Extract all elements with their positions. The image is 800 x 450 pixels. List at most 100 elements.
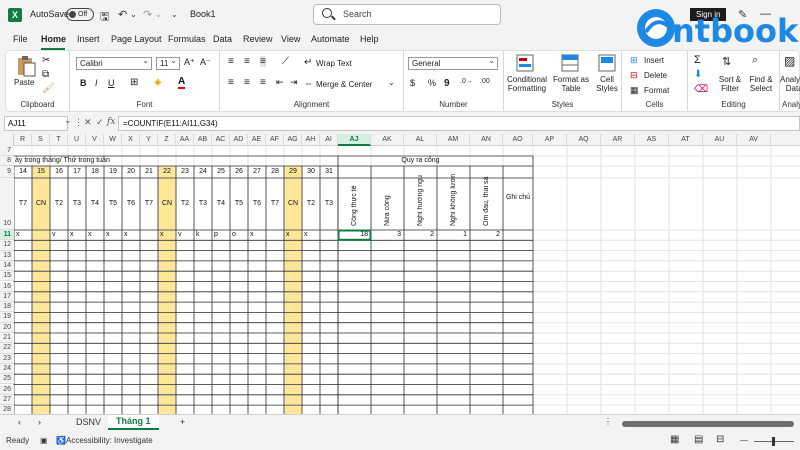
merge-center-button[interactable]: Merge & Center xyxy=(316,80,372,89)
column-header-ag[interactable]: AG xyxy=(284,134,302,146)
column-header-u[interactable]: U xyxy=(68,134,86,146)
zoom-slider-thumb[interactable] xyxy=(772,437,775,446)
analyze-data-icon[interactable]: ▨ xyxy=(784,54,795,68)
column-header-z[interactable]: Z xyxy=(158,134,176,146)
add-sheet-button[interactable]: + xyxy=(180,417,185,427)
insert-function-icon[interactable]: fx xyxy=(107,117,115,127)
column-header-af[interactable]: AF xyxy=(266,134,284,146)
sheet-tab-dsnv[interactable]: DSNV xyxy=(76,417,101,427)
italic-icon[interactable]: I xyxy=(95,78,98,88)
column-header-ac[interactable]: AC xyxy=(212,134,230,146)
column-header-w[interactable]: W xyxy=(104,134,122,146)
day-number-cell[interactable]: 22 xyxy=(158,166,176,178)
undo-dropdown-icon[interactable]: ⌄ xyxy=(130,10,137,19)
weekday-cell[interactable]: T4 xyxy=(86,178,104,230)
column-header-ah[interactable]: AH xyxy=(302,134,320,146)
prev-sheet-icon[interactable]: ‹ xyxy=(18,417,21,427)
tab-automate[interactable]: Automate xyxy=(311,34,350,44)
column-header-ad[interactable]: AD xyxy=(230,134,248,146)
paste-icon[interactable] xyxy=(16,55,36,77)
row-header-7[interactable]: 7 xyxy=(0,146,14,156)
font-size-select[interactable]: 11 xyxy=(156,55,180,70)
attendance-mark-cell[interactable] xyxy=(34,230,50,240)
increase-decimal-icon[interactable]: .0→ xyxy=(460,78,473,85)
macro-record-icon[interactable]: ▣ xyxy=(40,436,48,445)
delete-cells-button[interactable]: Delete xyxy=(644,71,667,80)
column-header-ai[interactable]: AI xyxy=(320,134,338,146)
format-as-table-button[interactable]: Format as Table xyxy=(552,75,590,93)
header-day-month[interactable]: ày trong tháng/ Thứ trong tuần xyxy=(15,156,339,166)
currency-icon[interactable]: $ xyxy=(410,78,415,88)
weekday-cell[interactable]: T3 xyxy=(320,178,338,230)
day-number-cell[interactable]: 29 xyxy=(284,166,302,178)
tab-page-layout[interactable]: Page Layout xyxy=(111,34,162,44)
summary-header-cell[interactable]: Công thực tế xyxy=(351,170,358,227)
percent-icon[interactable]: % xyxy=(428,78,436,88)
column-header-ae[interactable]: AE xyxy=(248,134,266,146)
next-sheet-icon[interactable]: › xyxy=(38,417,41,427)
attendance-mark-cell[interactable]: o xyxy=(232,230,248,240)
summary-header-cell[interactable]: Ốm đau, thai sả xyxy=(483,170,490,226)
merge-center-icon[interactable]: ⇔ xyxy=(304,78,313,88)
column-header-x[interactable]: X xyxy=(122,134,140,146)
horizontal-scrollbar[interactable] xyxy=(622,421,794,427)
weekday-cell[interactable]: T3 xyxy=(194,178,212,230)
column-header-r[interactable]: R xyxy=(14,134,32,146)
column-header-as[interactable]: AS xyxy=(635,134,669,146)
weekday-cell[interactable]: T2 xyxy=(50,178,68,230)
weekday-cell[interactable]: T2 xyxy=(176,178,194,230)
copy-icon[interactable]: ⧉ xyxy=(42,69,49,80)
format-as-table-icon[interactable] xyxy=(561,54,579,72)
redo-dropdown-icon[interactable]: ⌄ xyxy=(155,10,162,19)
tab-insert[interactable]: Insert xyxy=(77,34,100,44)
weekday-cell[interactable]: CN xyxy=(284,178,302,230)
column-header-an[interactable]: AN xyxy=(470,134,503,146)
tab-view[interactable]: View xyxy=(281,34,300,44)
day-number-cell[interactable]: 16 xyxy=(50,166,68,178)
row-header-12[interactable]: 12 xyxy=(0,240,14,251)
weekday-cell[interactable]: CN xyxy=(158,178,176,230)
cell-styles-icon[interactable] xyxy=(598,54,616,72)
fill-icon[interactable]: ⬇ xyxy=(694,69,702,80)
day-number-cell[interactable]: 31 xyxy=(320,166,338,178)
day-number-cell[interactable]: 27 xyxy=(248,166,266,178)
clear-icon[interactable]: ⌫ xyxy=(694,84,708,95)
normal-view-icon[interactable]: ▦ xyxy=(670,434,679,445)
search-box[interactable]: Search xyxy=(313,4,501,25)
insert-cells-button[interactable]: Insert xyxy=(644,56,664,65)
bold-icon[interactable]: B xyxy=(80,78,87,88)
formula-input[interactable]: =COUNTIF(E11:AI11,G34) xyxy=(118,116,800,131)
row-header-15[interactable]: 15 xyxy=(0,271,14,282)
name-box-dropdown-icon[interactable]: ⌄ xyxy=(64,115,72,126)
attendance-mark-cell[interactable]: x xyxy=(16,230,32,240)
weekday-cell[interactable]: T5 xyxy=(230,178,248,230)
accessibility-status[interactable]: Accessibility: Investigate xyxy=(66,436,153,445)
wrap-text-icon[interactable]: ↵ xyxy=(304,57,312,68)
day-number-cell[interactable]: 14 xyxy=(14,166,32,178)
day-number-cell[interactable]: 28 xyxy=(266,166,284,178)
format-cells-button[interactable]: Format xyxy=(644,86,669,95)
row-header-11[interactable]: 11 xyxy=(0,230,14,241)
day-number-cell[interactable]: 15 xyxy=(32,166,50,178)
header-quy-ra-cong[interactable]: Quy ra công xyxy=(338,156,503,166)
enter-icon[interactable]: ✓ xyxy=(96,117,104,128)
attendance-mark-cell[interactable]: x xyxy=(124,230,140,240)
row-header-14[interactable]: 14 xyxy=(0,260,14,272)
cut-icon[interactable]: ✂ xyxy=(42,55,50,66)
sort-filter-button[interactable]: Sort & Filter xyxy=(716,75,744,93)
wrap-text-button[interactable]: Wrap Text xyxy=(316,59,352,68)
column-header-t[interactable]: T xyxy=(50,134,68,146)
insert-cells-icon[interactable]: ⊞ xyxy=(630,55,638,66)
attendance-mark-cell[interactable]: p xyxy=(214,230,230,240)
align-bottom-icon[interactable]: ≡ xyxy=(260,56,266,67)
column-header-v[interactable]: V xyxy=(86,134,104,146)
row-header-23[interactable]: 23 xyxy=(0,353,14,364)
row-header-25[interactable]: 25 xyxy=(0,374,14,385)
autosum-icon[interactable]: Σ xyxy=(694,54,701,66)
page-break-view-icon[interactable]: ⊟ xyxy=(716,434,724,445)
scroll-options-icon[interactable]: ⋮ xyxy=(604,417,612,426)
column-header-av[interactable]: AV xyxy=(737,134,771,146)
weekday-cell[interactable]: T5 xyxy=(104,178,122,230)
attendance-mark-cell[interactable]: x xyxy=(286,230,302,240)
weekday-cell[interactable]: T7 xyxy=(140,178,158,230)
